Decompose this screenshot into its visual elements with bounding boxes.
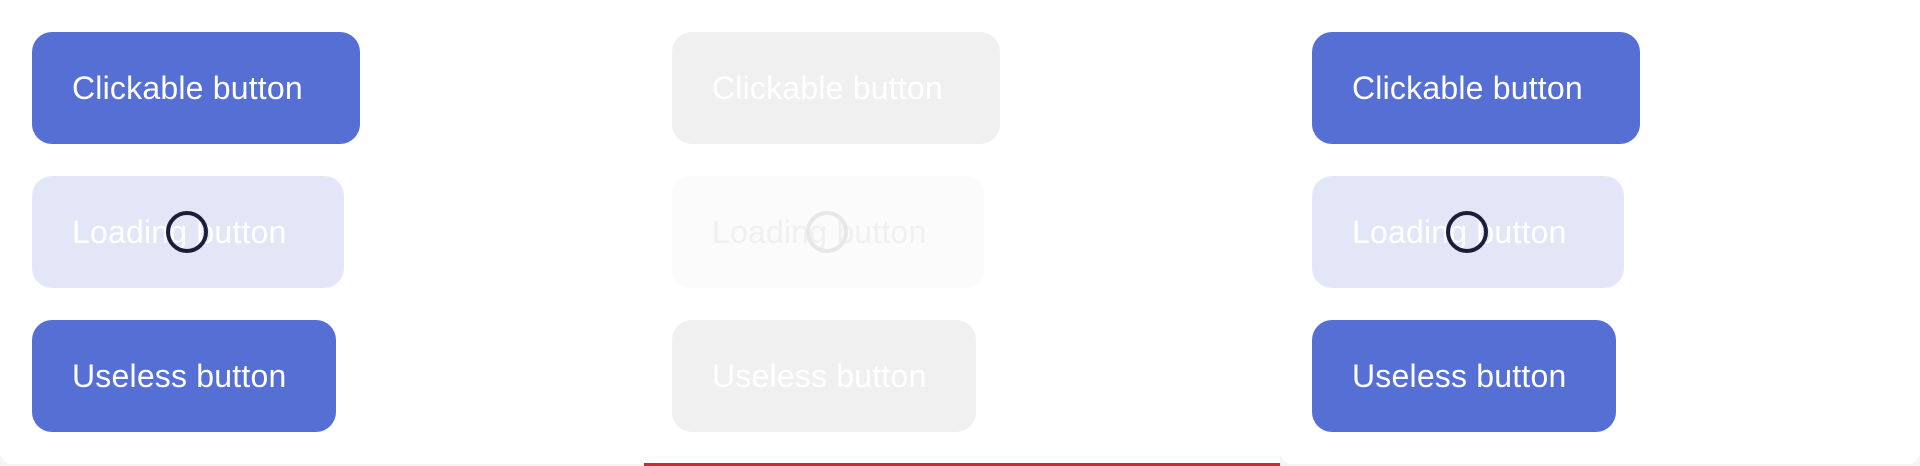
loading-spinner-icon [806,211,848,253]
useless-button[interactable]: Useless button [1312,320,1616,432]
useless-button[interactable]: Useless button [32,320,336,432]
loading-button[interactable]: Loading button [32,176,344,288]
clickable-button[interactable]: Clickable button [1312,32,1640,144]
loading-button-disabled: Loading button [672,176,984,288]
panel-right: Clickable button Loading button Useless … [1280,0,1920,464]
loading-spinner-icon [166,211,208,253]
useless-button-disabled: Useless button [672,320,976,432]
clickable-button[interactable]: Clickable button [32,32,360,144]
loading-button[interactable]: Loading button [1312,176,1624,288]
panel-middle-disabled: Clickable button Loading button Useless … [640,0,1280,464]
panel-left: Clickable button Loading button Useless … [0,0,640,464]
loading-spinner-icon [1446,211,1488,253]
clickable-button-disabled: Clickable button [672,32,1000,144]
